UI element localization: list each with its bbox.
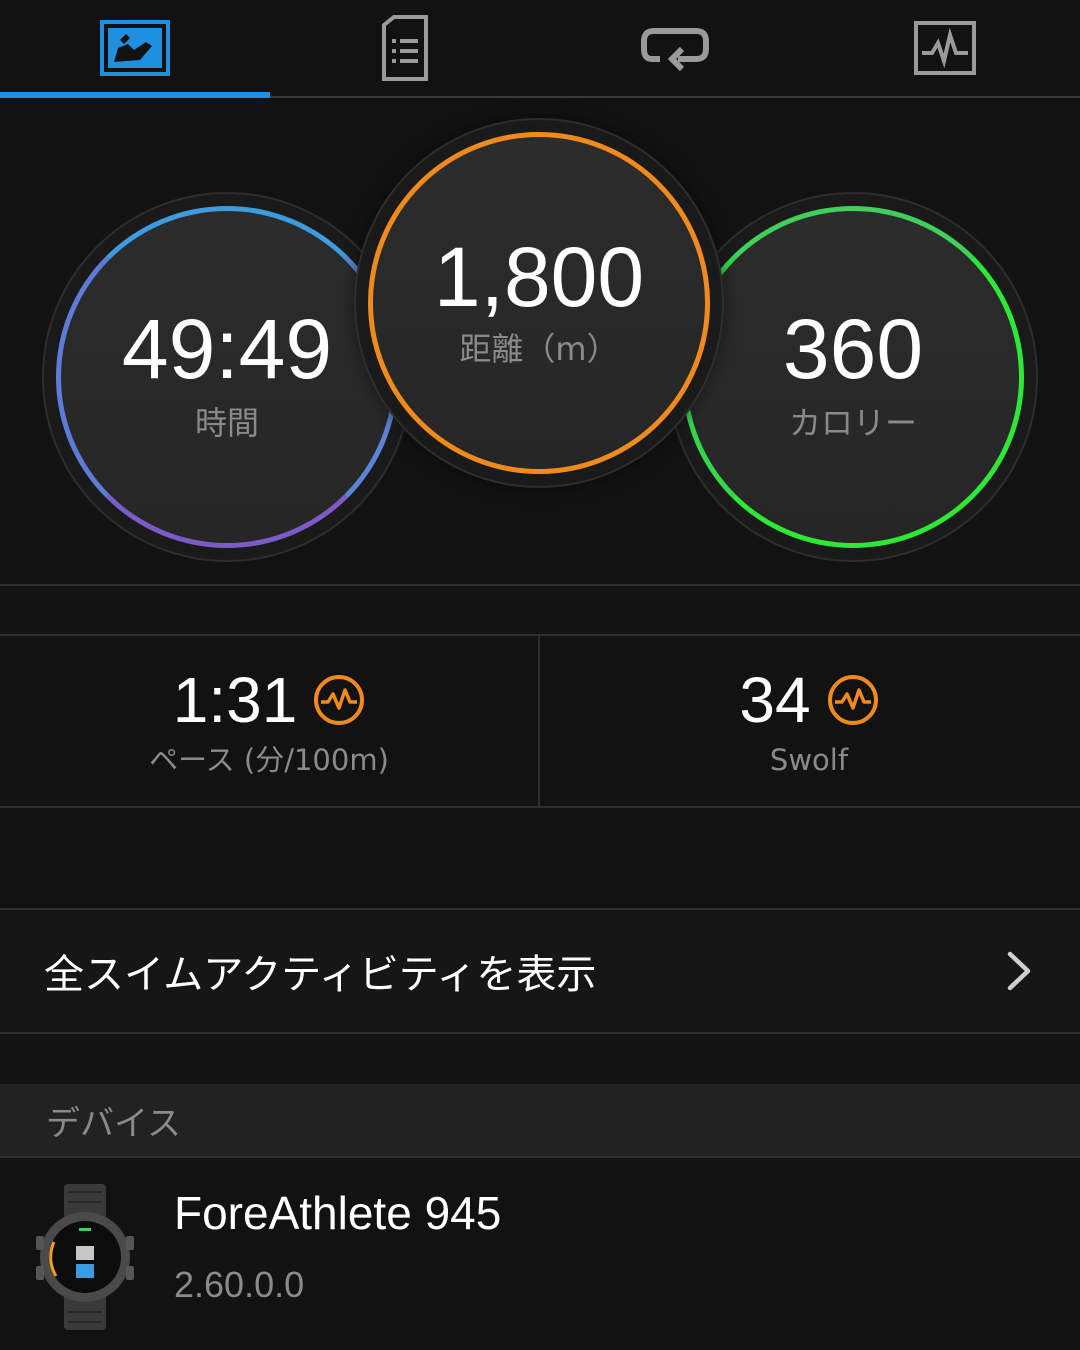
- swolf-value: 34: [739, 663, 811, 736]
- swolf-label: Swolf: [769, 742, 849, 777]
- calories-ring: 360 カロリー: [670, 194, 1036, 560]
- tab-laps[interactable]: [540, 0, 810, 96]
- stats-row: 1:31 ペース (分/100m) 34 Swolf: [0, 636, 1080, 806]
- document-list-icon: [382, 15, 428, 81]
- divider: [0, 584, 1080, 586]
- swolf-stat[interactable]: 34 Swolf: [540, 636, 1078, 806]
- tab-bar: [0, 0, 1080, 98]
- calories-value: 360: [782, 302, 924, 396]
- view-all-swim-activities-label: 全スイムアクティビティを表示: [44, 952, 597, 998]
- summary-rings: 49:49 時間 360 カロリー 1,800 距離（m）: [0, 98, 1080, 584]
- divider: [0, 1032, 1080, 1034]
- device-section-header: デバイス: [0, 1084, 1080, 1156]
- device-version: 2.60.0.0: [174, 1264, 305, 1305]
- tab-summary[interactable]: [0, 0, 270, 98]
- pace-label: ペース (分/100m): [149, 742, 389, 777]
- chart-badge-icon[interactable]: [827, 674, 879, 726]
- time-label: 時間: [194, 404, 259, 442]
- device-row[interactable]: ForeAthlete 945 2.60.0.0: [0, 1158, 1080, 1350]
- line-chart-icon: [914, 21, 976, 75]
- time-ring: 49:49 時間: [44, 194, 410, 560]
- time-value: 49:49: [121, 302, 333, 396]
- chevron-right-icon: [1007, 951, 1031, 991]
- repeat-loop-icon: [641, 28, 709, 71]
- activity-summary-icon: [100, 20, 170, 76]
- view-all-swim-activities-link[interactable]: 全スイムアクティビティを表示: [0, 910, 1080, 1032]
- pace-value: 1:31: [172, 663, 298, 736]
- distance-value: 1,800: [433, 230, 645, 324]
- device-name: ForeAthlete 945: [174, 1187, 502, 1239]
- calories-label: カロリー: [788, 404, 917, 442]
- tab-details[interactable]: [270, 0, 540, 96]
- distance-ring: 1,800 距離（m）: [356, 120, 722, 486]
- device-section-title: デバイス: [46, 1103, 181, 1144]
- chart-badge-icon[interactable]: [313, 674, 365, 726]
- distance-label: 距離（m）: [459, 330, 619, 368]
- pace-stat[interactable]: 1:31 ペース (分/100m): [0, 636, 538, 806]
- tab-charts[interactable]: [810, 0, 1080, 96]
- watch-icon: [36, 1184, 134, 1330]
- divider: [0, 806, 1080, 808]
